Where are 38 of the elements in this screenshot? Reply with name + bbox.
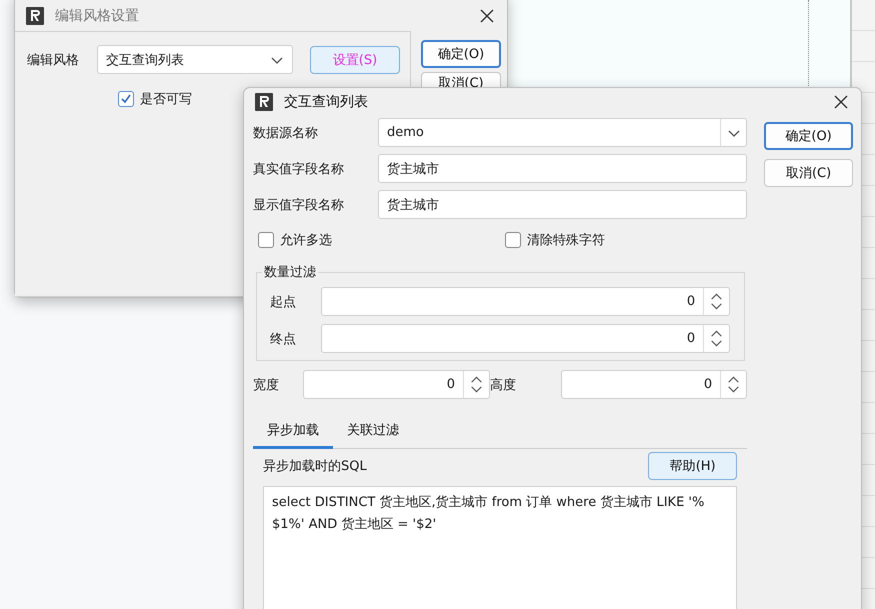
close-icon[interactable] (479, 8, 495, 24)
window-title: 编辑风格设置 (55, 7, 140, 25)
close-icon[interactable] (833, 94, 849, 110)
field-label: 终点 (270, 330, 297, 348)
checkbox[interactable] (258, 232, 274, 248)
checkbox[interactable] (505, 232, 521, 248)
input-field[interactable]: 货主城市 (378, 190, 748, 219)
field-label: 编辑风格 (27, 52, 79, 68)
number-field[interactable]: 0 (561, 370, 748, 399)
field-label: 显示值字段名称 (253, 196, 345, 214)
checkbox-label: 允许多选 (280, 232, 332, 249)
ok-button[interactable]: 确定(O) (421, 40, 501, 68)
checkbox-label: 是否可写 (140, 91, 192, 108)
help-button[interactable]: 帮助(H) (648, 452, 738, 480)
number-field[interactable]: 0 (321, 324, 730, 353)
checkbox-label: 清除特殊字符 (527, 232, 605, 249)
style-dropdown[interactable]: 交互查询列表 (97, 45, 293, 74)
tab[interactable]: 异步加载 (253, 413, 333, 449)
field-label: 高度 (490, 376, 517, 394)
field-label: 宽度 (253, 376, 280, 394)
datasource-dropdown[interactable]: demo (378, 118, 748, 147)
window-title: 交互查询列表 (284, 92, 369, 110)
ok-button[interactable]: 确定(O) (764, 122, 853, 150)
number-field[interactable]: 0 (303, 370, 490, 399)
sql-label: 异步加载时的SQL (263, 458, 367, 475)
group-title: 数量过滤 (263, 264, 317, 281)
field-label: 真实值字段名称 (253, 160, 345, 178)
field-label: 数据源名称 (253, 124, 319, 142)
number-field[interactable]: 0 (321, 287, 730, 316)
sql-text-area[interactable]: select DISTINCT 货主地区,货主城市 from 订单 where 货主城市 LIKE '%$1%' AND 货主地区 = '$2' (263, 486, 738, 609)
app-logo-icon (25, 6, 45, 26)
tab[interactable]: 关联过滤 (333, 413, 413, 449)
input-field[interactable]: 货主城市 (378, 154, 748, 183)
app-logo-icon (254, 92, 274, 112)
cancel-button[interactable]: 取消(C) (764, 159, 853, 187)
checkmark-icon (120, 93, 132, 105)
checkbox[interactable] (118, 91, 134, 107)
field-label: 起点 (270, 294, 297, 310)
